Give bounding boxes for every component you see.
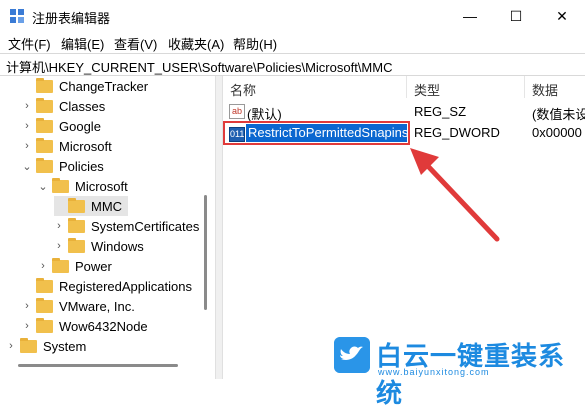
watermark-url: www.baiyunxitong.com: [378, 367, 490, 377]
tree-item[interactable]: › Power: [38, 256, 112, 276]
tree-item[interactable]: › Wow6432Node: [22, 316, 148, 336]
folder-icon: [36, 97, 53, 113]
address-path: 计算机\HKEY_CURRENT_USER\Software\Policies\…: [6, 60, 393, 75]
registry-editor-icon: [10, 9, 24, 23]
folder-icon: [36, 317, 53, 333]
folder-icon: [36, 137, 53, 153]
chevron-icon[interactable]: ›: [22, 140, 32, 152]
tree-item[interactable]: › Google: [22, 116, 101, 136]
chevron-icon[interactable]: ›: [22, 300, 32, 312]
tree-item[interactable]: ⌄ Policies: [22, 156, 104, 176]
title-bar: 注册表编辑器 — ☐ ✕: [0, 0, 585, 32]
tree-item-label: SystemCertificates: [91, 218, 200, 234]
column-header-type[interactable]: 类型: [414, 80, 440, 99]
value-data: 0x00000: [532, 125, 582, 140]
tree-item[interactable]: › System: [6, 336, 86, 356]
tree-item[interactable]: › VMware, Inc.: [22, 296, 135, 316]
tree-item-label: RegisteredApplications: [59, 278, 192, 294]
tree-item-label: Google: [59, 118, 101, 134]
menu-bar: 文件(F) 编辑(E) 查看(V) 收藏夹(A) 帮助(H): [0, 32, 585, 52]
column-separator[interactable]: [524, 76, 525, 98]
tree-item-label: Windows: [91, 238, 144, 254]
tree-item-label: MMC: [91, 198, 123, 214]
tree-item-label: Microsoft: [59, 138, 112, 154]
menu-file[interactable]: 文件(F): [8, 34, 51, 53]
tree-item[interactable]: › Microsoft: [22, 136, 112, 156]
value-type: REG_SZ: [414, 104, 467, 119]
folder-icon: [68, 197, 85, 213]
folder-icon: [36, 117, 53, 133]
chevron-icon[interactable]: ›: [54, 240, 64, 252]
chevron-icon[interactable]: ›: [22, 120, 32, 132]
folder-icon: [36, 77, 53, 93]
close-icon: ✕: [556, 7, 568, 24]
tree-item[interactable]: RegisteredApplications: [22, 276, 192, 296]
maximize-icon: ☐: [509, 7, 523, 24]
window-title: 注册表编辑器: [32, 11, 111, 26]
minimize-button[interactable]: —: [447, 0, 493, 32]
folder-icon: [36, 277, 53, 293]
folder-icon: [36, 297, 53, 313]
tree-item[interactable]: ChangeTracker: [22, 76, 148, 96]
folder-icon: [68, 217, 85, 233]
chevron-icon[interactable]: ›: [22, 100, 32, 112]
tree-item-label: Microsoft: [75, 178, 128, 194]
chevron-icon[interactable]: ›: [38, 260, 48, 272]
tree-item[interactable]: ⌄ Microsoft: [38, 176, 128, 196]
bird-logo-icon: [334, 337, 370, 373]
maximize-button[interactable]: ☐: [493, 0, 539, 32]
tree-item[interactable]: › Classes: [22, 96, 105, 116]
value-type: REG_DWORD: [414, 125, 500, 140]
key-tree: ChangeTracker › Classes › Google › Microsof…: [0, 76, 215, 361]
tree-item-selected[interactable]: MMC: [54, 196, 128, 216]
tree-vertical-scrollbar[interactable]: [204, 195, 207, 310]
tree-item-label: ChangeTracker: [59, 78, 149, 94]
watermark: 白云一键重装系统 www.baiyunxitong.com: [334, 336, 585, 408]
column-header-name[interactable]: 名称: [230, 80, 256, 99]
tree-horizontal-scrollbar[interactable]: [18, 364, 178, 367]
value-data: (数值未设: [532, 107, 585, 122]
close-button[interactable]: ✕: [539, 0, 585, 32]
chevron-icon[interactable]: ›: [54, 220, 64, 232]
chevron-icon[interactable]: ⌄: [38, 180, 48, 193]
address-bar[interactable]: 计算机\HKEY_CURRENT_USER\Software\Policies\…: [0, 53, 585, 76]
tree-item-label: VMware, Inc.: [59, 298, 135, 314]
tree-item-label: Policies: [59, 158, 104, 174]
menu-edit[interactable]: 编辑(E): [61, 34, 104, 53]
tree-item-label: Classes: [59, 98, 106, 114]
column-separator[interactable]: [406, 76, 407, 98]
folder-icon: [20, 337, 37, 353]
tree-item-label: System: [43, 338, 87, 354]
chevron-icon[interactable]: ⌄: [22, 160, 32, 173]
folder-icon: [52, 177, 69, 193]
folder-icon: [36, 157, 53, 173]
chevron-icon[interactable]: ›: [22, 320, 32, 332]
string-value-icon: ab: [229, 104, 245, 119]
minimize-icon: —: [463, 8, 477, 24]
column-header-data[interactable]: 数据: [532, 80, 558, 99]
tree-item[interactable]: › Windows: [54, 236, 144, 256]
chevron-icon[interactable]: ›: [6, 340, 16, 352]
tree-item-label: Power: [75, 258, 112, 274]
folder-icon: [52, 257, 69, 273]
tree-item[interactable]: › SystemCertificates: [54, 216, 199, 236]
tree-item-label: Wow6432Node: [59, 318, 148, 334]
annotation-highlight-box: [223, 121, 410, 145]
folder-icon: [68, 237, 85, 253]
menu-help[interactable]: 帮助(H): [233, 34, 277, 53]
menu-favorites[interactable]: 收藏夹(A): [168, 34, 224, 53]
annotation-arrow-icon: [410, 148, 500, 242]
menu-view[interactable]: 查看(V): [114, 34, 157, 53]
